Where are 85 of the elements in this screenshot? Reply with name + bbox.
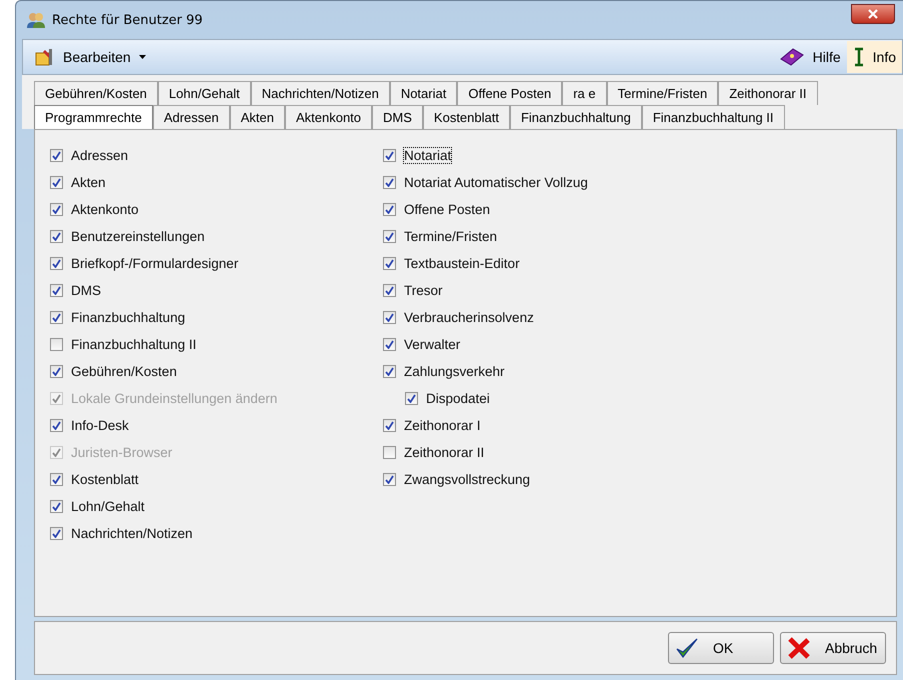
checkbox-label: Lohn/Gehalt	[71, 499, 145, 514]
checkmark-icon	[675, 637, 699, 659]
close-icon	[867, 9, 879, 19]
checkbox[interactable]	[50, 338, 63, 351]
checkbox-label: DMS	[71, 283, 101, 298]
checkbox[interactable]	[50, 257, 63, 270]
checkbox-label: Termine/Fristen	[404, 229, 498, 244]
checkbox-label: Zeithonorar II	[404, 445, 484, 460]
checkbox[interactable]	[50, 203, 63, 216]
checkbox[interactable]	[50, 284, 63, 297]
checkbox-label: Info-Desk	[71, 418, 129, 433]
tab[interactable]: Programmrechte	[34, 105, 153, 129]
tab[interactable]: Nachrichten/Notizen	[250, 81, 390, 105]
tab[interactable]: Gebühren/Kosten	[34, 81, 158, 105]
checkbox-label: Offene Posten	[404, 202, 490, 217]
checkbox-label: Akten	[71, 175, 106, 190]
checkbox-label: Dispodatei	[426, 391, 490, 406]
caret-icon	[138, 55, 146, 59]
checkbox-label: Zahlungsverkehr	[404, 364, 505, 379]
tab[interactable]: Offene Posten	[457, 81, 562, 105]
checkbox-label: Finanzbuchhaltung II	[71, 337, 196, 352]
checkbox[interactable]	[383, 230, 396, 243]
checkbox[interactable]	[383, 365, 396, 378]
checkbox-label: Juristen-Browser	[71, 445, 172, 460]
checkbox-label: Zwangsvollstreckung	[404, 472, 530, 487]
tab[interactable]: Lohn/Gehalt	[158, 81, 251, 105]
checkbox[interactable]	[50, 500, 63, 513]
tab[interactable]: Kostenblatt	[422, 105, 510, 129]
tab[interactable]: Akten	[230, 105, 285, 129]
checkbox[interactable]	[383, 473, 396, 486]
checkbox[interactable]	[50, 473, 63, 486]
checkbox[interactable]	[50, 149, 63, 162]
tab[interactable]: Notariat	[390, 81, 458, 105]
ok-button[interactable]: OK	[668, 632, 774, 664]
checkbox-label: Verwalter	[404, 337, 460, 352]
checkbox-label: Adressen	[71, 148, 128, 163]
checkbox-label: Notariat Automatischer Vollzug	[404, 175, 588, 190]
checkbox[interactable]	[383, 311, 396, 324]
tab[interactable]: Aktenkonto	[284, 105, 372, 129]
tab[interactable]: Adressen	[152, 105, 230, 129]
checkbox-label: Kostenblatt	[71, 472, 139, 487]
checkbox[interactable]	[50, 311, 63, 324]
checkbox[interactable]	[383, 257, 396, 270]
text-cursor-icon	[852, 47, 865, 67]
checkbox-label: Finanzbuchhaltung	[71, 310, 186, 325]
close-button[interactable]	[851, 4, 895, 24]
checkbox[interactable]	[383, 338, 396, 351]
tab[interactable]: DMS	[372, 105, 423, 129]
checkbox-label: Briefkopf-/Formulardesigner	[71, 256, 238, 271]
tools-icon	[35, 47, 55, 67]
checkbox-label: Textbaustein-Editor	[404, 256, 520, 271]
checkbox-label: Tresor	[404, 283, 443, 298]
tab[interactable]: Termine/Fristen	[606, 81, 718, 105]
info-button[interactable]: Info	[846, 41, 902, 73]
checkbox[interactable]	[383, 203, 396, 216]
checkbox-label: Nachrichten/Notizen	[71, 526, 193, 541]
checkbox-label: Gebühren/Kosten	[71, 364, 177, 379]
checkbox-label: Verbraucherinsolvenz	[404, 310, 534, 325]
users-icon	[26, 11, 46, 29]
checkbox[interactable]	[383, 176, 396, 189]
checkbox[interactable]	[383, 284, 396, 297]
checkbox[interactable]	[50, 176, 63, 189]
checkbox-label: Benutzereinstellungen	[71, 229, 205, 244]
checkbox[interactable]	[383, 149, 396, 162]
checkbox[interactable]	[50, 527, 63, 540]
tab[interactable]: Zeithonorar II	[718, 81, 818, 105]
edit-menu-button[interactable]: Bearbeiten	[29, 41, 152, 73]
checkbox-label: Lokale Grundeinstellungen ändern	[71, 391, 278, 406]
checkbox-label: Aktenkonto	[71, 202, 139, 217]
tab[interactable]: Finanzbuchhaltung II	[642, 105, 785, 129]
cross-icon	[787, 637, 811, 659]
checkbox-label: Notariat	[404, 148, 452, 163]
cancel-button[interactable]: Abbruch	[780, 632, 886, 664]
checkbox-label: Zeithonorar I	[404, 418, 481, 433]
checkbox[interactable]	[50, 230, 63, 243]
book-icon	[778, 47, 805, 67]
tab[interactable]: ra e	[562, 81, 607, 105]
checkbox[interactable]	[50, 365, 63, 378]
window-title: Rechte für Benutzer 99	[52, 12, 203, 28]
checkbox[interactable]	[383, 419, 396, 432]
help-button[interactable]: Hilfe	[772, 41, 847, 73]
tab[interactable]: Finanzbuchhaltung	[510, 105, 642, 129]
checkbox[interactable]	[383, 446, 396, 459]
checkbox[interactable]	[405, 392, 418, 405]
checkbox[interactable]	[50, 419, 63, 432]
